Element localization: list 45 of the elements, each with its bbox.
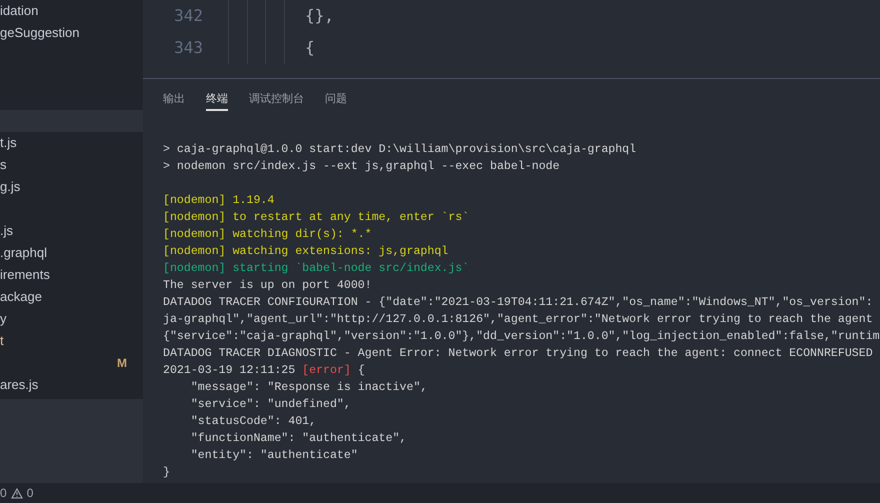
terminal-text: "entity": "authenticate"	[190, 449, 358, 462]
terminal-text: [nodemon] watching dir(s): *.*	[163, 228, 372, 241]
line-number: 342	[173, 5, 203, 27]
terminal-text: {"service":"caja-graphql","version":"1.0.0"},"dd_version":"1.0.0","log_injection_enabled":false,"runtim	[163, 330, 880, 343]
file-name[interactable]: idation	[0, 1, 38, 21]
file-name[interactable]: t	[0, 331, 4, 351]
file-name[interactable]: y	[0, 309, 6, 329]
code-line: {	[305, 37, 315, 59]
terminal-text: The server is up on port 4000!	[163, 279, 372, 292]
terminal-text: DATADOG TRACER DIAGNOSTIC - Agent Error: Network error trying to reach the agent: connect ECONNREFUSED	[163, 347, 873, 360]
terminal-text: > caja-graphql@1.0.0 start:dev D:\william\provision\src\caja-graphql	[163, 143, 636, 156]
panel-tab[interactable]: 调试控制台	[249, 89, 304, 111]
terminal-text: [nodemon] to restart at any time, enter `rs`	[163, 211, 470, 224]
terminal-text: [nodemon] watching extensions: js,graphql	[163, 245, 448, 258]
file-name[interactable]: geSuggestion	[0, 23, 80, 43]
terminal-text: "functionName": "authenticate",	[190, 432, 407, 445]
terminal-text: "service": "undefined",	[190, 398, 351, 411]
terminal-text: "statusCode": 401,	[190, 415, 316, 428]
panel-tab[interactable]: 问题	[325, 89, 347, 111]
terminal-text: 2021-03-19 12:11:25	[163, 364, 296, 377]
file-name[interactable]: ackage	[0, 287, 42, 307]
terminal-text: }	[163, 466, 170, 479]
file-name[interactable]: .graphql	[0, 243, 47, 263]
terminal-text: > nodemon src/index.js --ext js,graphql --exec babel-node	[163, 160, 560, 173]
file-name[interactable]: .js	[0, 221, 13, 241]
code-line: {},	[305, 5, 334, 27]
file-name[interactable]: t.js	[0, 133, 17, 153]
file-name[interactable]: ares.js	[0, 375, 38, 395]
panel-tab[interactable]: 输出	[163, 89, 185, 111]
error-count[interactable]: 0	[0, 484, 7, 502]
terminal-text: [nodemon] starting `babel-node src/index.js`	[163, 262, 470, 275]
terminal-text: "message": "Response is inactive",	[190, 381, 428, 394]
file-name[interactable]: irements	[0, 265, 50, 285]
panel-tab[interactable]: 终端	[206, 89, 228, 111]
file-name[interactable]: g.js	[0, 177, 20, 197]
git-status-label: M	[117, 355, 127, 372]
terminal-text: ja-graphql","agent_url":"http://127.0.0.1:8126","agent_error":"Network error trying to reach the agent	[163, 313, 873, 326]
terminal-text: [nodemon] 1.19.4	[163, 194, 274, 207]
terminal-text: [error]	[302, 364, 351, 377]
line-number: 343	[173, 37, 203, 59]
terminal-text: DATADOG TRACER CONFIGURATION - {"date":"2021-03-19T04:11:21.674Z","os_name":"Windows_NT","os_version":	[163, 296, 873, 309]
warning-icon[interactable]	[10, 488, 23, 498]
file-name[interactable]: s	[0, 155, 6, 175]
terminal-text: {	[356, 364, 365, 377]
warning-count[interactable]: 0	[26, 484, 34, 502]
